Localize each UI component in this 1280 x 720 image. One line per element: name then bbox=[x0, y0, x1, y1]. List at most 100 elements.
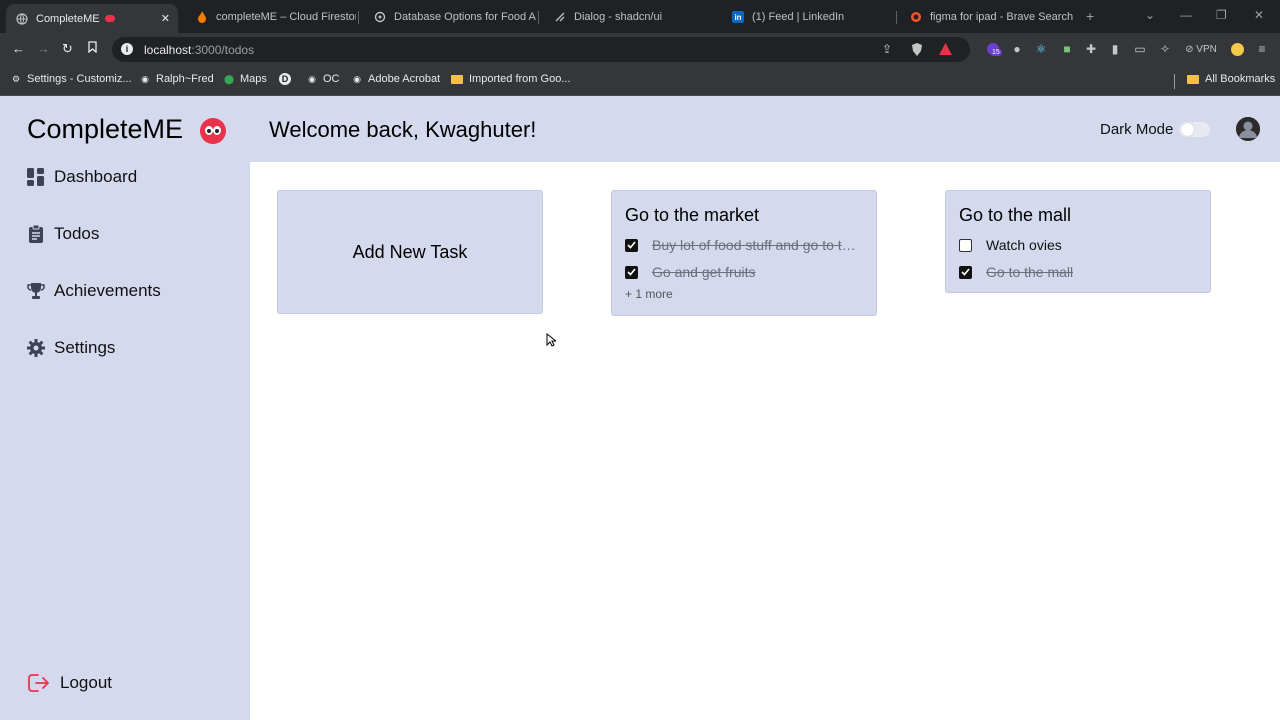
tab-label: (1) Feed | LinkedIn bbox=[752, 11, 845, 23]
bookmark-icon-only[interactable]: D bbox=[279, 73, 296, 85]
todo-card-mall[interactable]: Go to the mall Watch ovies Go to the mal… bbox=[945, 190, 1211, 293]
logout-icon bbox=[27, 672, 51, 694]
globe-icon: ◉ bbox=[353, 73, 361, 84]
globe-icon: ◉ bbox=[308, 73, 316, 84]
sidebar-item-label: Todos bbox=[54, 224, 100, 243]
share-icon[interactable]: ⇪ bbox=[880, 42, 894, 56]
tab-label: Database Options for Food App bbox=[394, 11, 536, 23]
checkbox-checked[interactable] bbox=[959, 265, 972, 279]
tab-linkedin[interactable]: in (1) Feed | LinkedIn bbox=[722, 4, 894, 30]
bookmark-imported-folder[interactable]: Imported from Goo... bbox=[451, 73, 570, 85]
sidebar-item-dashboard[interactable]: Dashboard bbox=[27, 167, 137, 187]
close-icon[interactable]: ✕ bbox=[161, 12, 170, 25]
leo-ai-icon[interactable]: ✧ bbox=[1158, 42, 1172, 56]
checkbox-unchecked[interactable] bbox=[959, 238, 972, 252]
list-item[interactable]: Go to the mall bbox=[959, 264, 1073, 280]
brave-search-icon bbox=[910, 11, 922, 23]
reload-icon[interactable]: ↻ bbox=[62, 41, 73, 57]
globe-icon: ◉ bbox=[141, 73, 149, 84]
sidebar-item-achievements[interactable]: Achievements bbox=[27, 281, 161, 301]
maps-pin-icon: ⬤ bbox=[223, 73, 235, 84]
app-logo: CompleteME bbox=[27, 114, 184, 144]
recording-icon bbox=[104, 15, 115, 22]
minimize-icon[interactable]: — bbox=[1180, 8, 1192, 22]
todo-card-title: Go to the market bbox=[625, 205, 760, 225]
tab-divider bbox=[538, 11, 539, 24]
tab-divider bbox=[358, 11, 359, 24]
menu-icon[interactable]: ≡ bbox=[1255, 42, 1269, 56]
tab-label: Dialog - shadcn/ui bbox=[574, 11, 663, 23]
browser-toolbar: ← → ↻ i localhost:3000/todos ⇪ 15 ● ⚛ ■ … bbox=[0, 33, 1280, 66]
globe-icon bbox=[16, 12, 28, 25]
site-info-icon[interactable]: i bbox=[121, 43, 133, 55]
todo-item-text: Go to the mall bbox=[986, 264, 1074, 280]
bookmark-icon[interactable] bbox=[88, 41, 97, 56]
list-item[interactable]: Watch ovies bbox=[959, 237, 1062, 253]
folder-icon bbox=[451, 74, 463, 84]
toggle-knob bbox=[1181, 123, 1194, 136]
list-item[interactable]: Go and get fruits bbox=[625, 264, 756, 280]
back-icon[interactable]: ← bbox=[12, 41, 25, 56]
profile-icon[interactable] bbox=[1230, 42, 1244, 56]
bookmark-ralph-fred[interactable]: ◉ Ralph~Fred bbox=[139, 73, 214, 85]
react-devtools-icon[interactable]: ⚛ bbox=[1034, 42, 1048, 56]
openai-icon bbox=[374, 11, 386, 23]
tab-brave-search[interactable]: figma for ipad - Brave Search bbox=[900, 4, 1080, 30]
restore-icon[interactable]: ❐ bbox=[1216, 8, 1227, 22]
forward-icon[interactable]: → bbox=[37, 41, 50, 56]
tab-divider bbox=[896, 11, 897, 24]
address-bar[interactable]: i localhost:3000/todos ⇪ bbox=[112, 37, 970, 62]
extension-badge-count: 15 bbox=[990, 49, 1002, 56]
bookmark-adobe-acrobat[interactable]: ◉ Adobe Acrobat bbox=[351, 73, 440, 85]
sidebar-icon[interactable]: ▮ bbox=[1108, 42, 1122, 56]
todo-card-market[interactable]: Go to the market Buy lot of food stuff a… bbox=[611, 190, 877, 316]
extension-badge-icon[interactable]: 15 bbox=[986, 42, 1002, 56]
todo-item-text: Buy lot of food stuff and go to the mark… bbox=[652, 237, 862, 253]
puzzle-icon[interactable]: ✚ bbox=[1084, 42, 1098, 56]
window-close-icon[interactable]: ✕ bbox=[1254, 8, 1264, 22]
sidebar-item-label: Settings bbox=[54, 338, 116, 357]
bookmark-settings[interactable]: ⚙ Settings - Customiz... bbox=[10, 73, 132, 85]
brave-shield-icon[interactable] bbox=[910, 42, 924, 56]
sidebar-item-label: Dashboard bbox=[54, 167, 138, 186]
todo-item-text: Go and get fruits bbox=[652, 264, 756, 280]
welcome-heading: Welcome back, Kwaghuter! bbox=[269, 117, 537, 142]
checkbox-checked[interactable] bbox=[625, 238, 638, 252]
more-items-link[interactable]: + 1 more bbox=[625, 287, 673, 301]
extension-icon[interactable]: ■ bbox=[1060, 42, 1074, 56]
sidebar-item-todos[interactable]: Todos bbox=[27, 224, 99, 244]
sidebar-item-label: Achievements bbox=[54, 281, 161, 300]
linkedin-icon: in bbox=[732, 11, 744, 23]
logo-owl-icon bbox=[200, 118, 226, 144]
bookmark-maps[interactable]: ⬤ Maps bbox=[223, 73, 267, 85]
sidebar-item-settings[interactable]: Settings bbox=[27, 338, 115, 358]
list-item[interactable]: Buy lot of food stuff and go to the mark… bbox=[625, 237, 862, 253]
vpn-button[interactable]: ⊘ VPN bbox=[1184, 42, 1218, 56]
sidebar: CompleteME Dashboard Todos Achievements bbox=[0, 96, 250, 720]
dark-mode-label: Dark Mode bbox=[1100, 121, 1174, 138]
extension-icon[interactable]: ● bbox=[1010, 42, 1024, 56]
new-tab-icon[interactable]: + bbox=[1086, 8, 1094, 24]
logout-button[interactable]: Logout bbox=[27, 672, 112, 694]
tab-database-options[interactable]: Database Options for Food App bbox=[364, 4, 536, 30]
tab-label: figma for ipad - Brave Search bbox=[930, 11, 1074, 23]
all-bookmarks-folder[interactable]: All Bookmarks bbox=[1187, 73, 1275, 85]
wallet-icon[interactable]: ▭ bbox=[1133, 42, 1147, 56]
bookmark-divider bbox=[1174, 74, 1175, 89]
logout-label: Logout bbox=[60, 673, 112, 692]
dashboard-icon bbox=[27, 168, 45, 186]
tab-shadcn-dialog[interactable]: Dialog - shadcn/ui bbox=[544, 4, 716, 30]
bookmark-site-icon: D bbox=[279, 73, 291, 85]
brave-rewards-icon[interactable] bbox=[938, 42, 952, 56]
dark-mode-toggle[interactable] bbox=[1179, 122, 1210, 137]
clipboard-icon bbox=[27, 225, 45, 243]
tab-firestore[interactable]: completeME – Cloud Firestore bbox=[186, 4, 356, 30]
avatar[interactable] bbox=[1236, 117, 1260, 141]
tab-search-chevron-icon[interactable]: ⌄ bbox=[1145, 8, 1155, 22]
add-new-task-card[interactable]: Add New Task bbox=[277, 190, 543, 314]
tab-completeme[interactable]: CompleteME ✕ bbox=[6, 4, 178, 33]
bookmark-oc[interactable]: ◉ OC bbox=[306, 73, 339, 85]
browser-tab-bar: CompleteME ✕ completeME – Cloud Firestor… bbox=[0, 0, 1280, 33]
add-new-task-label: Add New Task bbox=[352, 241, 468, 262]
checkbox-checked[interactable] bbox=[625, 265, 638, 279]
